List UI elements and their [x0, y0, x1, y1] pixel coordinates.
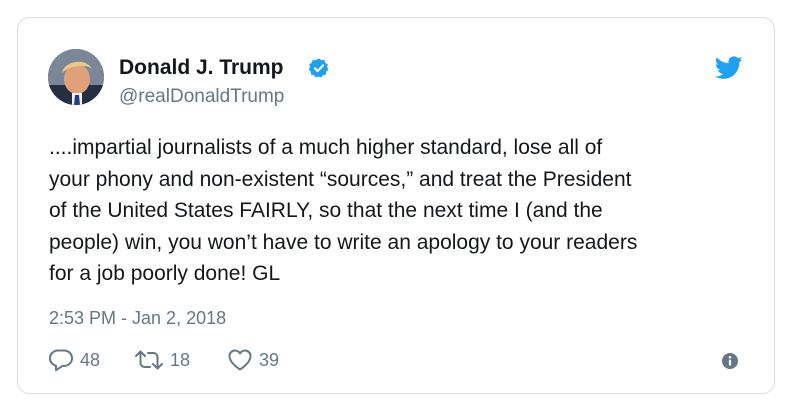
info-icon[interactable]: [721, 352, 739, 370]
tweet-text-line: ....impartial journalists of a much high…: [49, 136, 603, 159]
author-name[interactable]: Donald J. Trump: [119, 55, 284, 81]
retweet-icon: [135, 350, 163, 370]
retweet-count: 18: [170, 350, 191, 370]
avatar[interactable]: [48, 49, 104, 105]
like-count: 39: [259, 350, 280, 370]
tweet-text: ....impartial journalists of a much high…: [49, 132, 749, 290]
tweet-text-line: for a job poorly done! GL: [49, 262, 281, 285]
like-button[interactable]: 39: [227, 347, 279, 373]
tweet-text-line: of the United States FAIRLY, so that the…: [49, 199, 603, 222]
like-heart-icon: [228, 349, 252, 371]
tweet-text-line: people) win, you won’t have to write an …: [49, 230, 638, 254]
reply-icon: [49, 349, 73, 372]
verified-badge-icon: [308, 58, 329, 78]
tweet-text-line: your phony and non-existent “sources,” a…: [49, 167, 632, 191]
twitter-bird-icon[interactable]: [715, 56, 743, 80]
reply-count: 48: [80, 350, 101, 370]
author-handle[interactable]: @realDonaldTrump: [119, 85, 284, 109]
reply-button[interactable]: 48: [48, 347, 100, 373]
timestamp-link[interactable]: 2:53 PM - Jan 2, 2018: [49, 307, 226, 329]
retweet-button[interactable]: 18: [134, 347, 190, 373]
tweet-card[interactable]: Donald J. Trump @realDonaldTrump ....imp…: [17, 17, 775, 394]
